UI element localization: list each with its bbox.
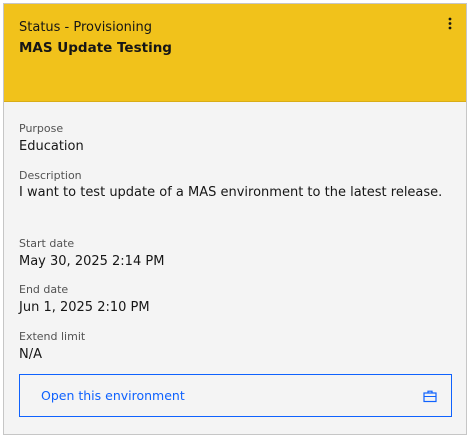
description-value: I want to test update of a MAS environme…: [19, 185, 443, 200]
briefcase-icon: [423, 389, 437, 403]
environment-card: Status - Provisioning MAS Update Testing…: [3, 3, 467, 435]
end-date-label: End date: [19, 283, 69, 296]
status-text: Status - Provisioning: [19, 20, 152, 35]
purpose-value: Education: [19, 139, 84, 154]
overflow-menu-button[interactable]: [442, 14, 458, 34]
open-environment-label: Open this environment: [41, 388, 185, 403]
start-date-value: May 30, 2025 2:14 PM: [19, 254, 165, 269]
extend-limit-value: N/A: [19, 347, 42, 362]
open-environment-button[interactable]: Open this environment: [19, 374, 452, 417]
card-header: Status - Provisioning MAS Update Testing: [4, 4, 466, 102]
extend-limit-label: Extend limit: [19, 330, 86, 343]
overflow-menu-vertical-icon: [442, 14, 458, 34]
description-label: Description: [19, 169, 82, 182]
start-date-label: Start date: [19, 237, 75, 250]
end-date-value: Jun 1, 2025 2:10 PM: [19, 300, 150, 315]
purpose-label: Purpose: [19, 122, 64, 135]
environment-title: MAS Update Testing: [19, 40, 172, 56]
